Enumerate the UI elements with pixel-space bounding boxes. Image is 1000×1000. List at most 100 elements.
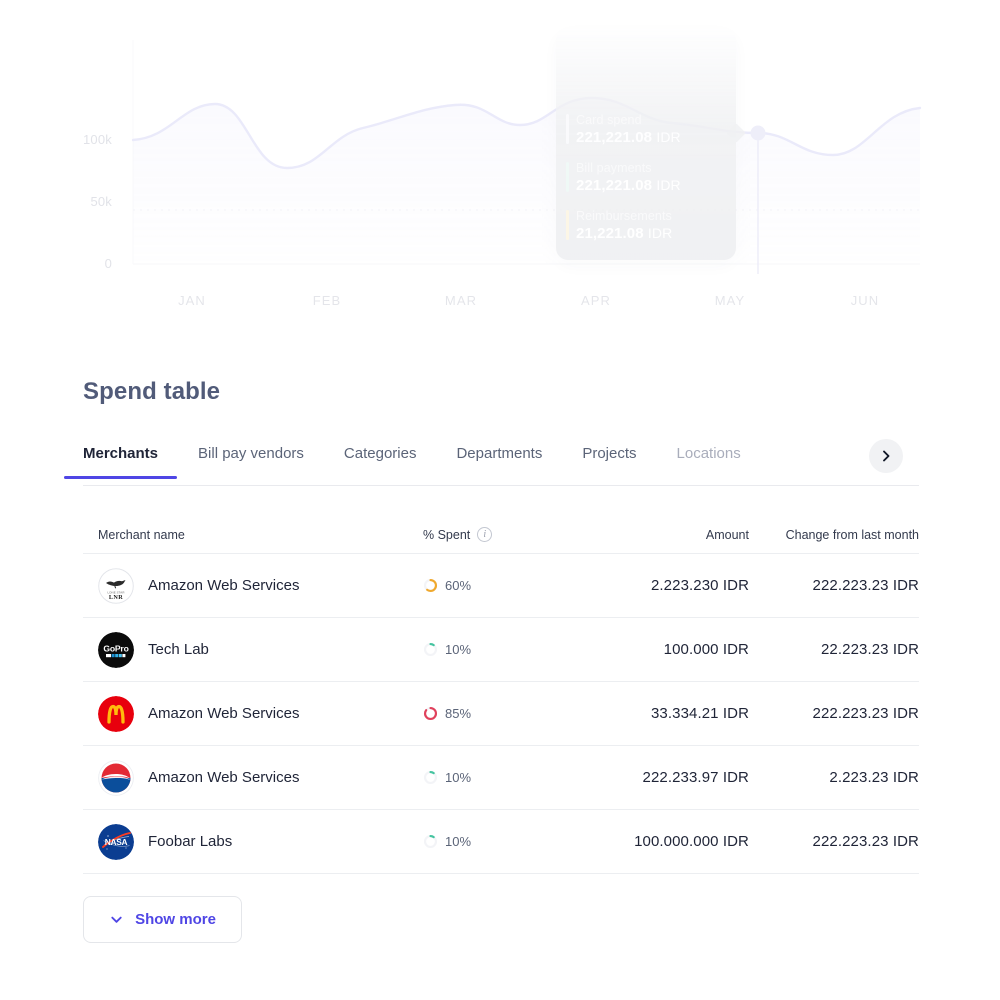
y-tick-0: 0 (104, 256, 112, 271)
percent-donut: 10% (423, 834, 471, 849)
table-row[interactable]: Amazon Web Services 10% 222.233.97 IDR 2… (83, 746, 919, 810)
hover-point-dot (750, 125, 766, 141)
tooltip-label-bill-payments: Bill payments (576, 161, 652, 175)
percent-spent-value: 85% (445, 706, 472, 721)
merchant-name: Amazon Web Services (148, 769, 300, 786)
tooltip-swatch-bill-payments (566, 162, 569, 192)
percent-donut: 10% (423, 770, 471, 785)
y-tick-100k: 100k (83, 132, 112, 147)
donut-chart-icon (423, 706, 438, 721)
tooltip-item-reimbursements: Reimbursements 21,221.08 IDR (556, 208, 736, 243)
tooltip-currency-card-spend: IDR (656, 129, 681, 145)
tab-projects[interactable]: Projects (582, 437, 636, 478)
percent-spent-value: 10% (445, 834, 472, 849)
amount-value: 2.223.230 IDR (650, 577, 749, 594)
merchant-name: Foobar Labs (148, 833, 233, 850)
table-row[interactable]: Amazon Web Services 85% 33.334.21 IDR 22… (83, 682, 919, 746)
amount-value: 33.334.21 IDR (650, 705, 749, 722)
amount-value: 100.000 IDR (663, 641, 749, 658)
tooltip-value-reimbursements: 21,221.08 (576, 225, 644, 242)
mcdonalds-logo (98, 695, 134, 732)
tooltip-swatch-card-spend (566, 114, 569, 144)
table-header-row: Merchant name % Spent i Amount Change fr… (83, 516, 919, 554)
tooltip-item-card-spend: Card spend 221,221.08 IDR (556, 112, 736, 147)
tab-categories[interactable]: Categories (344, 437, 417, 478)
x-tick-jan: JAN (178, 293, 206, 308)
svg-text:LNR: LNR (109, 593, 123, 600)
tooltip-item-bill-payments: Bill payments 221,221.08 IDR (556, 160, 736, 195)
x-tick-mar: MAR (444, 293, 478, 308)
tooltip-value-bill-payments: 221,221.08 (576, 177, 653, 194)
tooltip-currency-bill-payments: IDR (656, 177, 681, 193)
show-more-button[interactable]: Show more (83, 896, 242, 943)
spend-dashboard-page: 100k 50k 0 JAN FEB MAR APR MAY JUN Card … (0, 0, 1000, 1000)
info-icon[interactable]: i (477, 527, 493, 542)
tooltip-label-card-spend: Card spend (576, 113, 642, 127)
column-header-percent-spent-label: % Spent (423, 527, 471, 542)
merchant-name: Tech Lab (148, 641, 209, 658)
tab-merchants[interactable]: Merchants (63, 437, 178, 479)
x-tick-apr: APR (580, 293, 612, 308)
svg-text:GoPro: GoPro (103, 643, 128, 653)
chevron-down-icon (111, 916, 122, 923)
percent-spent-value: 60% (445, 578, 472, 593)
tab-merchants-label: Merchants (83, 445, 159, 462)
tooltip-swatch-reimbursements (566, 210, 569, 240)
column-header-merchant-name: Merchant name (98, 527, 185, 542)
nasa-logo: NASA (98, 823, 134, 860)
spend-chart: 100k 50k 0 JAN FEB MAR APR MAY JUN Card … (0, 0, 1000, 330)
chart-svg (131, 40, 922, 274)
amount-value: 222.233.97 IDR (642, 769, 749, 786)
table-row[interactable]: NASA Foobar Labs 10% 100.000.000 IDR 222… (83, 810, 919, 874)
tooltip-value-card-spend: 221,221.08 (576, 129, 653, 146)
tab-departments[interactable]: Departments (456, 437, 542, 478)
tab-locations-label: Locations (676, 445, 741, 462)
merchant-name: Amazon Web Services (148, 577, 300, 594)
x-tick-feb: FEB (312, 293, 342, 308)
tabs-scroll-next-button[interactable] (869, 439, 903, 473)
page-title: Spend table (83, 378, 221, 405)
percent-donut: 10% (423, 642, 471, 657)
longhorn-bull-logo: LONE STAR LNR (98, 567, 134, 604)
column-header-percent-spent: % Spent i (423, 527, 591, 542)
percent-donut: 85% (423, 706, 471, 721)
spend-table: Merchant name % Spent i Amount Change fr… (83, 516, 919, 874)
show-more-label: Show more (135, 911, 216, 928)
donut-chart-icon (423, 642, 438, 657)
svg-text:NASA: NASA (105, 837, 128, 847)
gopro-logo: GoPro (98, 631, 134, 668)
pepsi-logo (98, 759, 134, 796)
spend-table-tabs: Merchants Bill pay vendors Categories De… (63, 437, 919, 486)
donut-chart-icon (423, 770, 438, 785)
change-value: 22.223.23 IDR (820, 641, 919, 658)
percent-donut: 60% (423, 578, 471, 593)
column-header-change: Change from last month (785, 527, 919, 542)
y-tick-50k: 50k (90, 194, 112, 209)
x-tick-jun: JUN (850, 293, 880, 308)
tab-locations[interactable]: Locations (677, 437, 741, 478)
percent-spent-value: 10% (445, 770, 472, 785)
change-value: 222.223.23 IDR (812, 833, 919, 850)
tab-categories-label: Categories (343, 445, 417, 462)
table-row[interactable]: LONE STAR LNR Amazon Web Services 60% 2.… (83, 554, 919, 618)
change-value: 2.223.23 IDR (829, 769, 919, 786)
donut-chart-icon (423, 578, 438, 593)
chart-tooltip: Card spend 221,221.08 IDR Bill payments … (556, 28, 746, 260)
tab-bill-pay-vendors[interactable]: Bill pay vendors (198, 437, 304, 478)
change-value: 222.223.23 IDR (812, 577, 919, 594)
change-value: 222.223.23 IDR (812, 705, 919, 722)
tab-bill-pay-vendors-label: Bill pay vendors (198, 445, 304, 462)
amount-value: 100.000.000 IDR (634, 833, 749, 850)
chart-area-fill (133, 98, 920, 264)
tooltip-label-reimbursements: Reimbursements (576, 209, 672, 223)
tooltip-currency-reimbursements: IDR (647, 225, 673, 241)
column-header-amount: Amount (705, 527, 749, 542)
chevron-right-icon (883, 450, 890, 462)
percent-spent-value: 10% (445, 642, 472, 657)
x-tick-may: MAY (714, 293, 746, 308)
tab-departments-label: Departments (456, 445, 543, 462)
donut-chart-icon (423, 834, 438, 849)
tab-projects-label: Projects (582, 445, 637, 462)
table-row[interactable]: GoPro Tech Lab 10% 100.000 IDR 22.223.23… (83, 618, 919, 682)
merchant-name: Amazon Web Services (148, 705, 300, 722)
